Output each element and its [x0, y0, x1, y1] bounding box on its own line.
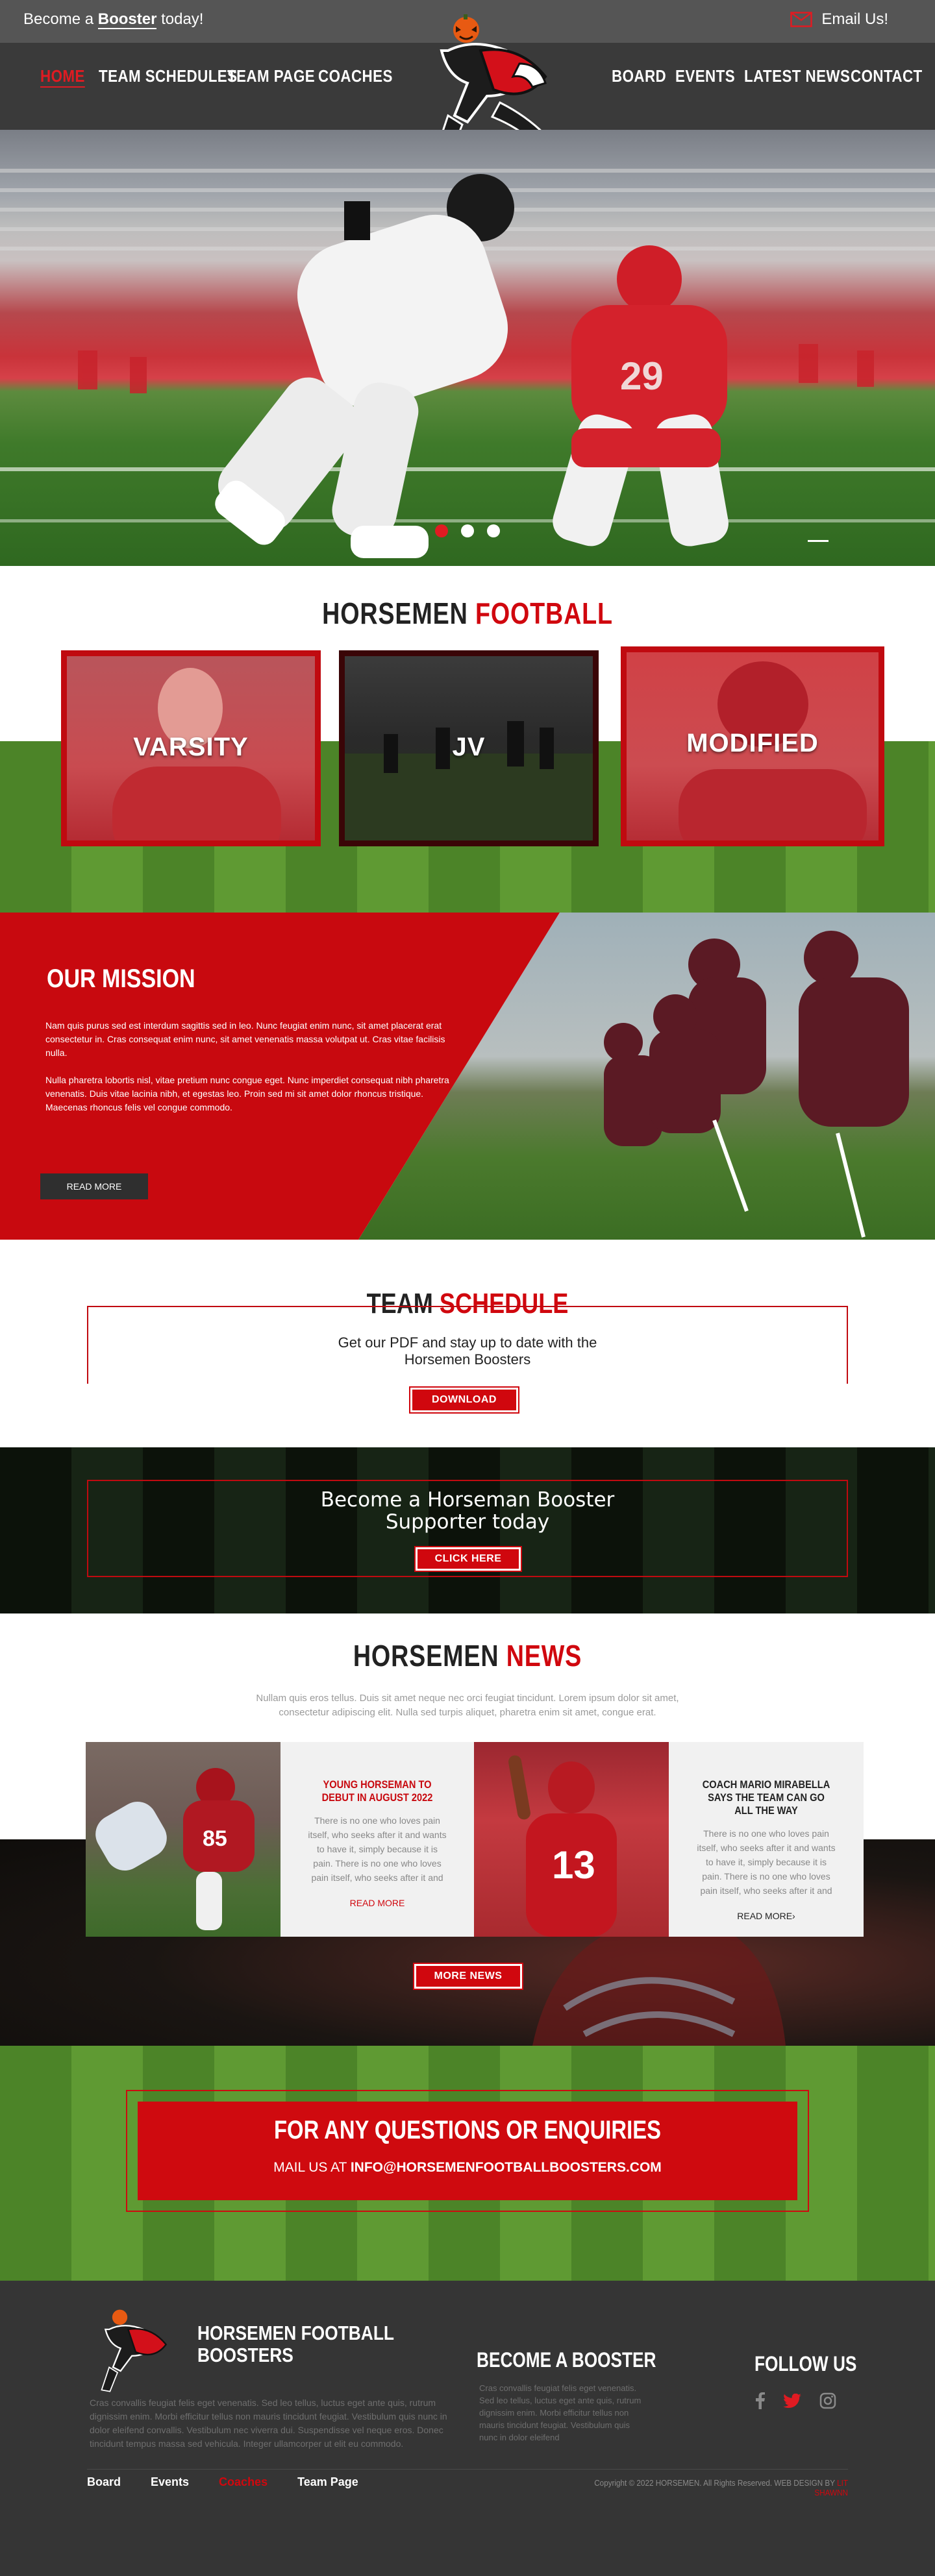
hero-slider[interactable]: 29 [0, 130, 935, 566]
news-intro-line-1: Nullam quis eros tellus. Duis sit amet n… [256, 1693, 679, 1704]
card-label: JV [452, 733, 486, 761]
title-word-red: NEWS [506, 1639, 582, 1673]
nav-contact[interactable]: CONTACT [851, 66, 923, 86]
schedule-text: Get our PDF and stay up to date with the… [0, 1334, 935, 1368]
contact-title: FOR ANY QUESTIONS OR ENQUIRIES [274, 2116, 661, 2144]
footer: HORSEMEN FOOTBALL BOOSTERS Cras convalli… [0, 2281, 935, 2576]
team-card-jv[interactable]: JV [339, 650, 599, 846]
title-word-dark: HORSEMEN [353, 1639, 499, 1673]
news-photo-2[interactable]: 13 [474, 1742, 669, 1937]
nav-board[interactable]: BOARD [612, 66, 666, 86]
svg-text:85: 85 [203, 1826, 227, 1851]
contact-section: FOR ANY QUESTIONS OR ENQUIRIES MAIL US A… [0, 2046, 935, 2281]
news-photo-2-art: 13 [508, 1755, 617, 1937]
nav-events[interactable]: EVENTS [675, 66, 735, 86]
email-label: Email Us! [821, 10, 888, 28]
nav-team-schedules[interactable]: TEAM SCHEDULES [99, 66, 237, 86]
nav-coaches[interactable]: COACHES [318, 66, 393, 86]
svg-text:13: 13 [552, 1843, 595, 1887]
contact-mail-prefix: MAIL US AT [273, 2160, 351, 2175]
promo-text-post: today! [156, 10, 204, 28]
footer-divider [87, 2469, 848, 2470]
news-intro-line-2: consectetur adipiscing elit. Nulla sed t… [279, 1707, 656, 1718]
mail-icon [790, 12, 813, 27]
news-photo-1[interactable]: 85 [86, 1742, 280, 1937]
teams-section-title: HORSEMEN FOOTBALL [84, 596, 851, 631]
nav-home[interactable]: HOME [40, 66, 85, 88]
footer-link-coaches[interactable]: Coaches [219, 2475, 268, 2489]
news-body-1: There is no one who loves pain itself, w… [308, 1815, 447, 1883]
news-photo-1-art: 85 [95, 1768, 255, 1930]
svg-text:29: 29 [620, 354, 664, 398]
nav-latest-news[interactable]: LATEST NEWS [744, 66, 850, 86]
card-label: VARSITY [133, 733, 249, 761]
footer-logo[interactable] [87, 2307, 184, 2398]
social-links [756, 2392, 836, 2409]
promo-text-bold: Booster [97, 10, 157, 29]
footer-brand-line-1: HORSEMEN FOOTBALL [197, 2322, 395, 2344]
booster-banner: Become a Horseman Booster Supporter toda… [0, 1447, 935, 1613]
footer-link-team-page[interactable]: Team Page [297, 2475, 358, 2489]
mission-paragraph-2: Nulla pharetra lobortis nisl, vitae pret… [45, 1075, 449, 1112]
booster-line-1: Become a Horseman Booster [320, 1488, 615, 1512]
hero-image: 29 [0, 169, 935, 558]
title-word-dark: HORSEMEN [322, 596, 468, 630]
slide-dot-1[interactable] [435, 524, 448, 537]
email-us-link[interactable]: Email Us! [790, 10, 888, 29]
team-card-varsity[interactable]: VARSITY [61, 650, 321, 846]
news-read-more-1[interactable]: READ MORE [280, 1898, 474, 1908]
schedule-line-2: Horsemen Boosters [404, 1351, 531, 1368]
contact-email-link[interactable]: INFO@HORSEMENFOOTBALLBOOSTERS.COM [351, 2160, 662, 2175]
more-news-button[interactable]: MORE NEWS [413, 1963, 523, 1990]
facebook-icon[interactable] [756, 2392, 765, 2409]
footer-link-board[interactable]: Board [87, 2475, 121, 2489]
mission-section: OUR MISSION Nam quis purus sed est inter… [0, 913, 935, 1240]
news-body-2: There is no one who loves pain itself, w… [697, 1828, 836, 1896]
footer-link-events[interactable]: Events [151, 2475, 189, 2489]
news-item-1: YOUNG HORSEMAN TO DEBUT IN AUGUST 2022 T… [280, 1742, 474, 1937]
news-intro: Nullam quis eros tellus. Duis sit amet n… [0, 1691, 935, 1720]
footer-brand: HORSEMEN FOOTBALL BOOSTERS [197, 2322, 394, 2366]
footer-nav: Board Events Coaches Team Page [87, 2475, 358, 2489]
team-card-modified[interactable]: MODIFIED [621, 646, 884, 846]
title-word-red: FOOTBALL [475, 596, 613, 630]
news-title-2[interactable]: COACH MARIO MIRABELLA SAYS THE TEAM CAN … [698, 1778, 834, 1817]
nav-team-page[interactable]: TEAM PAGE [227, 66, 315, 86]
instagram-icon[interactable] [819, 2392, 836, 2409]
copyright-text: Copyright © 2022 HORSEMEN. All Rights Re… [594, 2478, 835, 2488]
news-read-more-2[interactable]: READ MORE› [669, 1911, 864, 1921]
twitter-icon[interactable] [783, 2394, 801, 2408]
schedule-line-1: Get our PDF and stay up to date with the [338, 1334, 597, 1351]
mission-title: OUR MISSION [47, 964, 195, 993]
slide-indicator-bar [808, 540, 829, 542]
booster-text: Become a Horseman Booster Supporter toda… [0, 1489, 935, 1533]
news-section-title: HORSEMEN NEWS [84, 1638, 851, 1673]
footer-booster-title: BECOME A BOOSTER [477, 2348, 656, 2372]
become-booster-link[interactable]: Become a Booster today! [23, 10, 203, 29]
promo-text-pre: Become a [23, 10, 98, 28]
footer-copyright: Copyright © 2022 HORSEMEN. All Rights Re… [573, 2478, 848, 2497]
footer-follow-title: FOLLOW US [754, 2352, 857, 2375]
slide-dot-2[interactable] [461, 524, 474, 537]
card-label: MODIFIED [686, 729, 819, 757]
news-title-1[interactable]: YOUNG HORSEMAN TO DEBUT IN AUGUST 2022 [310, 1778, 445, 1804]
footer-booster-text: Cras convallis feugiat felis eget venena… [479, 2383, 642, 2442]
contact-box: FOR ANY QUESTIONS OR ENQUIRIES MAIL US A… [126, 2090, 809, 2212]
footer-about-text: Cras convallis feugiat felis eget venena… [90, 2398, 447, 2449]
footer-brand-line-2: BOOSTERS [197, 2344, 293, 2366]
click-here-button[interactable]: CLICK HERE [414, 1546, 522, 1572]
slide-dot-3[interactable] [487, 524, 500, 537]
read-more-button[interactable]: READ MORE [40, 1173, 148, 1199]
download-button[interactable]: DOWNLOAD [409, 1386, 519, 1414]
booster-line-2: Supporter today [385, 1510, 550, 1534]
news-item-2: COACH MARIO MIRABELLA SAYS THE TEAM CAN … [669, 1742, 864, 1937]
mission-paragraph-1: Nam quis purus sed est interdum sagittis… [45, 1020, 445, 1058]
